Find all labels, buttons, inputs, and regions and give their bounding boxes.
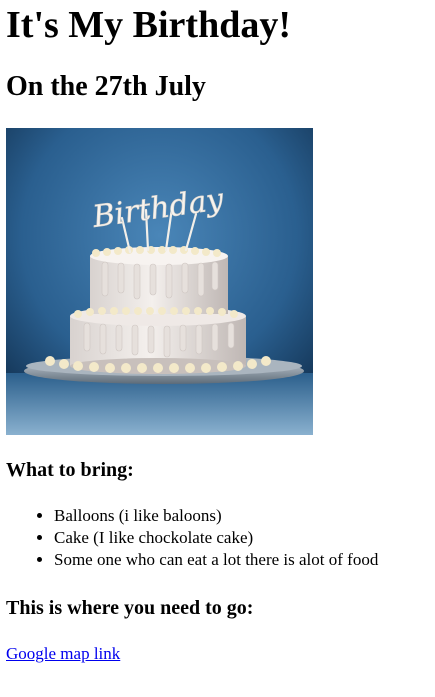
bring-heading: What to bring:	[6, 459, 134, 481]
google-map-link[interactable]: Google map link	[6, 643, 120, 665]
bring-list: Balloons (i like baloons) Cake (I like c…	[6, 505, 378, 571]
date-heading: On the 27th July	[6, 71, 206, 102]
location-heading: This is where you need to go:	[6, 597, 254, 619]
cake-illustration: Birthday	[6, 128, 313, 435]
list-item: Balloons (i like baloons)	[54, 505, 378, 527]
page-title: It's My Birthday!	[6, 4, 291, 46]
list-item: Some one who can eat a lot there is alot…	[54, 549, 378, 571]
birthday-cake-image: Birthday	[6, 128, 313, 435]
list-item: Cake (I like chockolate cake)	[54, 527, 378, 549]
